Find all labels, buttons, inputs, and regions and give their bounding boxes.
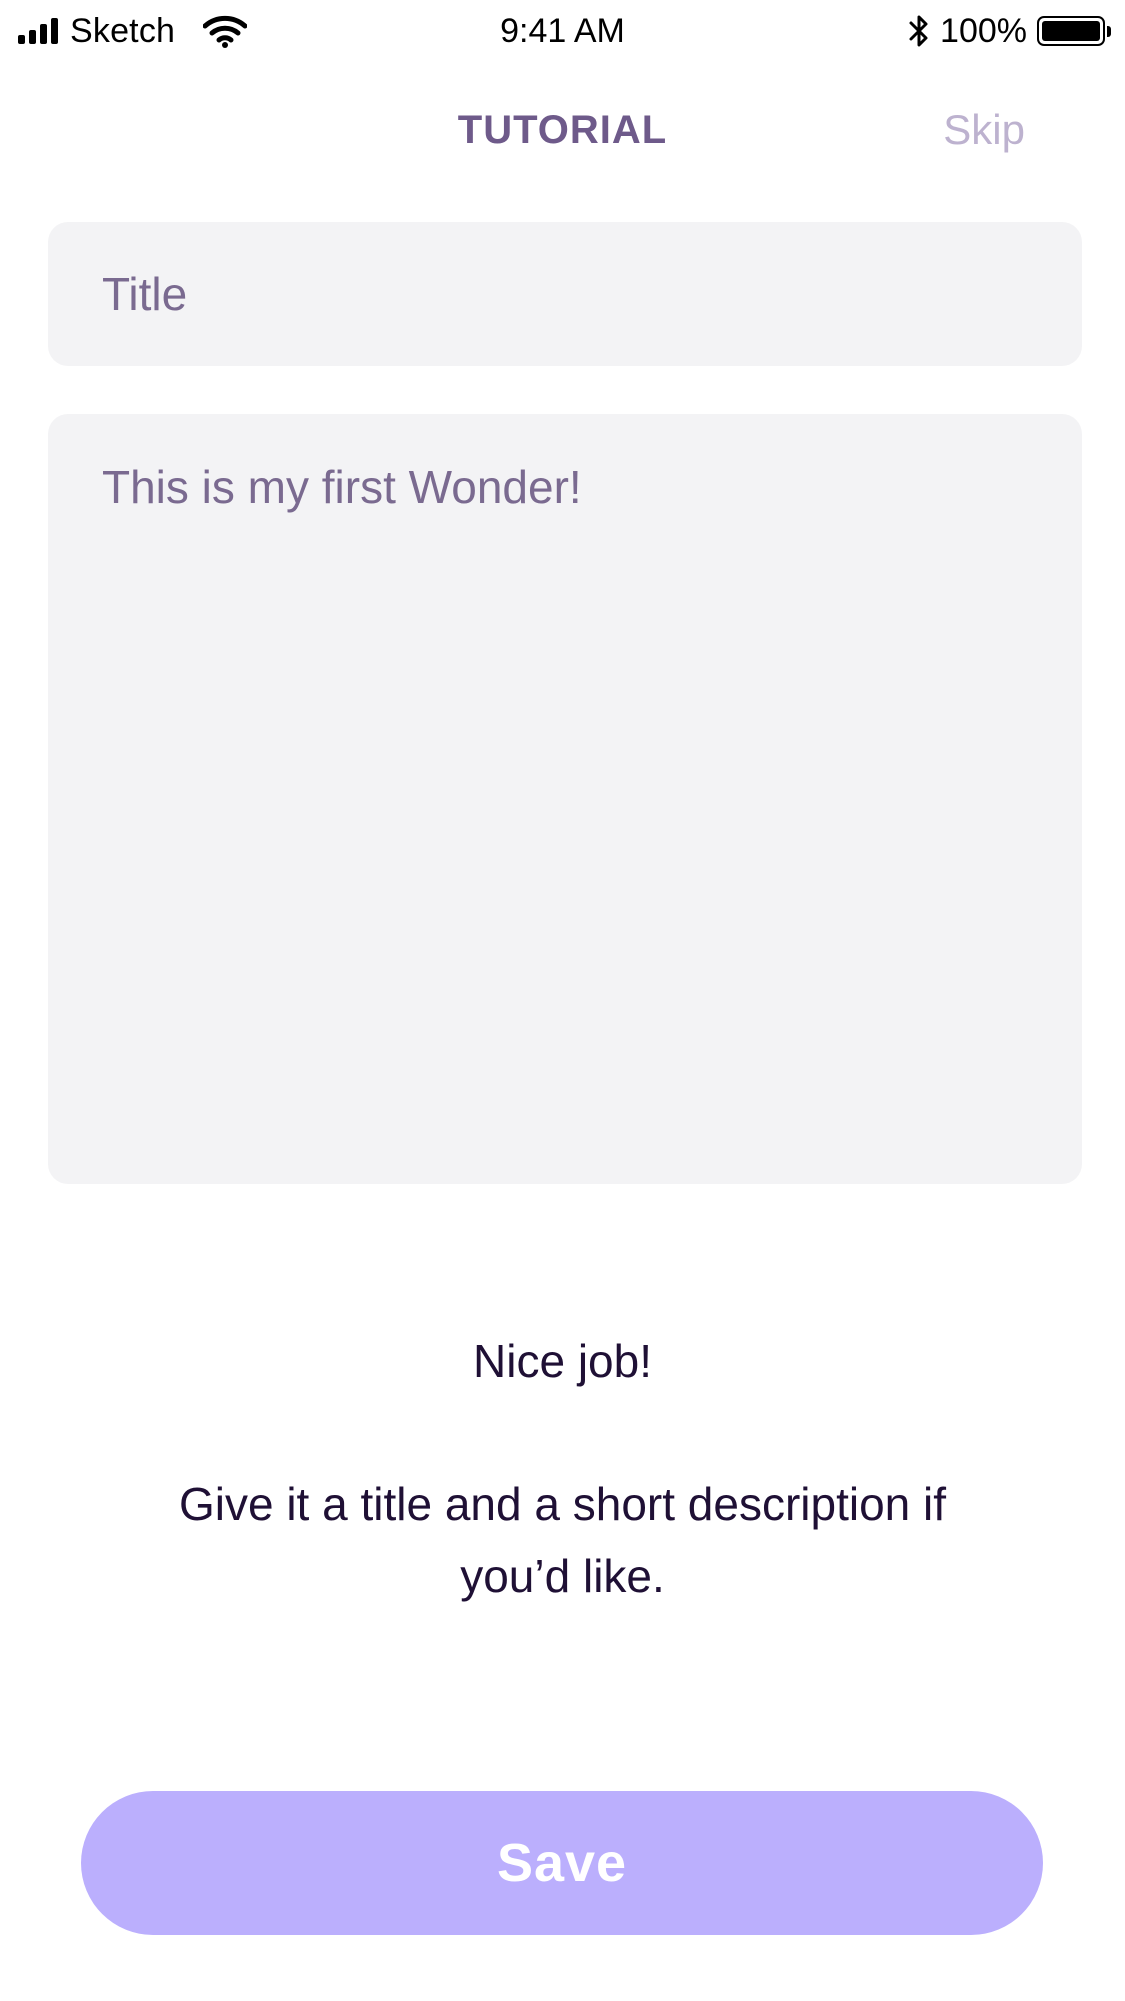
bluetooth-icon <box>908 14 930 48</box>
instruction-text: Give it a title and a short description … <box>178 1478 947 1602</box>
title-input[interactable]: Title <box>48 222 1082 366</box>
success-heading: Nice job! <box>473 1335 652 1387</box>
skip-button[interactable]: Skip <box>943 106 1025 154</box>
status-bar-right: 100% <box>908 10 1111 52</box>
battery-cap <box>1107 25 1111 37</box>
description-textarea[interactable]: This is my first Wonder! <box>48 414 1082 1184</box>
save-button[interactable]: Save <box>81 1791 1043 1935</box>
status-bar: Sketch 9:41 AM 100% <box>0 0 1125 62</box>
battery-fill <box>1042 21 1100 41</box>
battery-percent: 100% <box>940 11 1027 50</box>
battery-icon <box>1037 16 1105 46</box>
